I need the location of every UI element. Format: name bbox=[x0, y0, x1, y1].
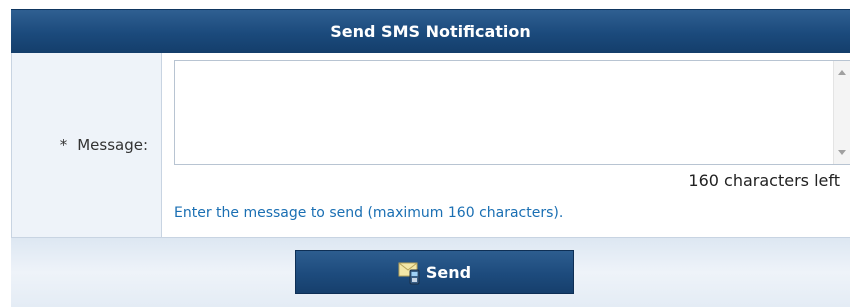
message-scrollbar[interactable] bbox=[833, 61, 850, 164]
send-sms-panel: Send SMS Notification * Message: 160 cha… bbox=[11, 9, 850, 307]
send-button[interactable]: Send bbox=[295, 250, 574, 294]
message-textarea-frame bbox=[174, 60, 850, 165]
scroll-down-arrow-icon[interactable] bbox=[838, 150, 846, 155]
scroll-up-arrow-icon[interactable] bbox=[838, 70, 846, 75]
required-marker: * bbox=[59, 136, 68, 154]
panel-title: Send SMS Notification bbox=[330, 22, 531, 41]
message-help-text: Enter the message to send (maximum 160 c… bbox=[174, 205, 564, 221]
message-label: Message: bbox=[77, 136, 148, 154]
message-label-cell: * Message: bbox=[12, 53, 162, 237]
message-textarea[interactable] bbox=[175, 61, 834, 164]
send-button-label: Send bbox=[425, 262, 472, 282]
message-field-cell: 160 characters left Enter the message to… bbox=[162, 53, 850, 237]
sms-mail-phone-icon bbox=[398, 259, 422, 285]
panel-header: Send SMS Notification bbox=[11, 9, 850, 53]
panel-footer: Send bbox=[11, 237, 850, 307]
characters-left-counter: 160 characters left bbox=[688, 171, 840, 190]
message-row: * Message: 160 characters left Enter the… bbox=[11, 53, 850, 237]
